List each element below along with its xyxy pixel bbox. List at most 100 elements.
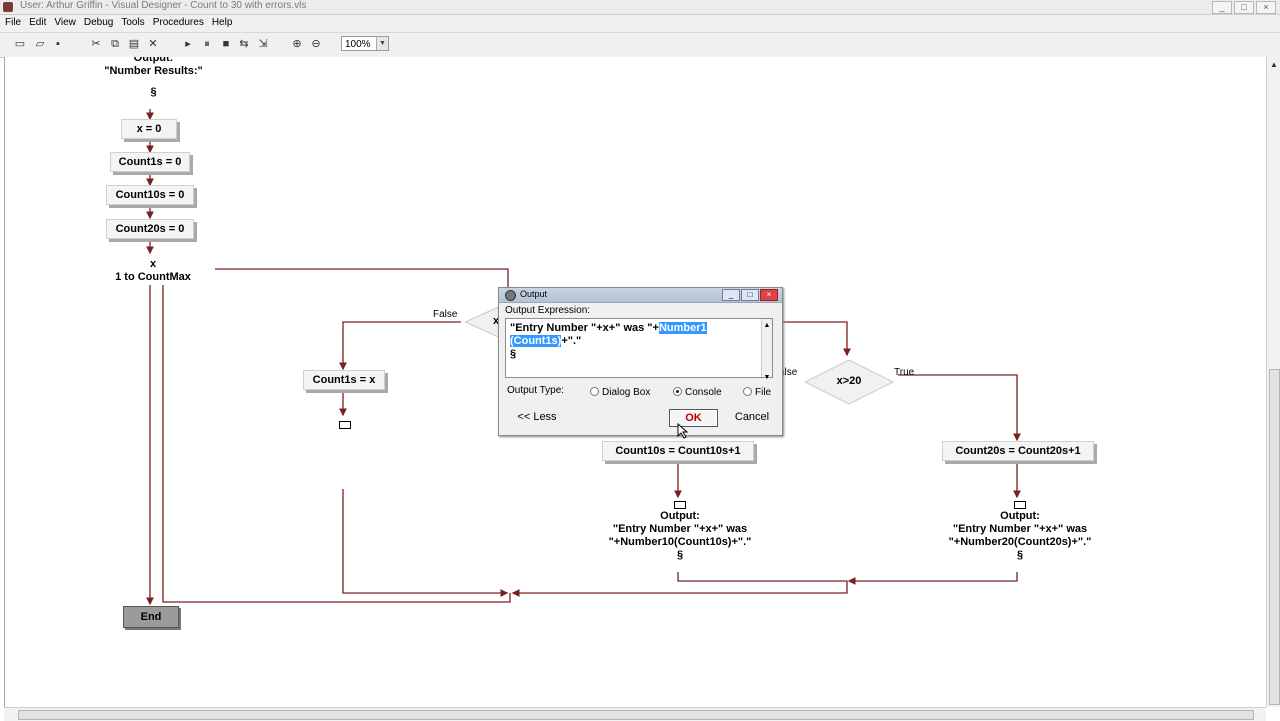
increment-count10s[interactable]: Count10s = Count10s+1 [602, 441, 754, 461]
option-dialog-box[interactable]: Dialog Box [590, 387, 650, 398]
mouse-cursor-icon [677, 423, 689, 439]
assign-count1s-x[interactable]: Count1s = x [303, 370, 385, 390]
vertical-scrollbar[interactable]: ▲ [1266, 57, 1280, 707]
menu-procedures[interactable]: Procedures [150, 15, 207, 30]
copy-icon[interactable]: ⧉ [108, 37, 122, 51]
output-number10[interactable]: Output: "Entry Number "+x+" was "+Number… [578, 497, 782, 575]
open-icon[interactable]: ▱ [33, 37, 47, 51]
zoom-out-icon[interactable]: ⊖ [309, 37, 323, 51]
connector-marker [1014, 501, 1026, 509]
expression-scrollbar[interactable]: ▲ ▼ [761, 319, 772, 381]
menu-view[interactable]: View [51, 15, 79, 30]
dialog-title: Output [520, 289, 548, 299]
output-mark: § [1016, 549, 1024, 561]
zoom-value: 100% [345, 39, 371, 50]
output-mark: § [676, 549, 684, 561]
new-icon[interactable]: ▭ [13, 37, 27, 51]
paste-icon[interactable]: ▤ [127, 37, 141, 51]
dialog-minimize-button[interactable]: _ [722, 289, 740, 301]
increment-count20s[interactable]: Count20s = Count20s+1 [942, 441, 1094, 461]
option-label: File [755, 387, 772, 398]
pause-icon[interactable]: ⏸ [200, 37, 214, 51]
maximize-button[interactable]: □ [1234, 1, 1254, 14]
zoom-in-icon[interactable]: ⊕ [290, 37, 304, 51]
breakpoint-marker [339, 421, 351, 429]
menu-tools[interactable]: Tools [118, 15, 147, 30]
output-line3: "+Number10(Count10s)+"." [608, 536, 752, 548]
expr-text-2: +"." [561, 335, 582, 347]
dialog-maximize-button[interactable]: □ [741, 289, 759, 301]
stop-icon[interactable]: ■ [219, 37, 233, 51]
horizontal-scrollbar[interactable] [4, 707, 1266, 721]
output-line3: "+Number1(Count1s)+"." [279, 456, 411, 468]
dialog-icon [505, 290, 516, 301]
step-over-icon[interactable]: ⇆ [237, 37, 251, 51]
output-label: Output: [133, 57, 174, 64]
assign-count1s[interactable]: Count1s = 0 [110, 152, 190, 172]
loop-node[interactable]: x 1 to CountMax [90, 254, 216, 289]
cancel-button[interactable]: Cancel [729, 409, 775, 427]
zoom-select[interactable]: 100% ▼ [341, 36, 389, 51]
output-number20[interactable]: Output: "Entry Number "+x+" was "+Number… [917, 497, 1123, 575]
cut-icon[interactable]: ✂ [89, 37, 103, 51]
scroll-thumb[interactable] [1269, 369, 1280, 705]
option-console[interactable]: Console [673, 387, 722, 398]
output-mark: § [150, 86, 157, 98]
scroll-up-icon[interactable]: ▲ [1270, 60, 1278, 69]
chevron-down-icon[interactable]: ▼ [376, 37, 388, 50]
expr-selected-2: (Count1s) [510, 335, 562, 347]
radio-icon[interactable] [590, 387, 599, 396]
option-label: Dialog Box [602, 387, 651, 398]
expression-input[interactable]: "Entry Number "+x+" was "+Number1 (Count… [505, 318, 773, 381]
window-title: User: Arthur Griffin - Visual Designer -… [20, 0, 307, 11]
output-dialog: Output _ □ × Output Expression: "Entry N… [498, 287, 783, 436]
output-line3: "+Number20(Count20s)+"." [948, 536, 1092, 548]
decision-x-gt-20[interactable]: x>20 [805, 360, 895, 406]
option-label: Console [685, 387, 722, 398]
save-icon[interactable]: ▪ [51, 37, 65, 51]
expression-label: Output Expression: [505, 305, 591, 316]
assign-count20s[interactable]: Count20s = 0 [106, 219, 194, 239]
option-file[interactable]: File [743, 387, 771, 398]
menu-edit[interactable]: Edit [26, 15, 49, 30]
app-icon [3, 2, 13, 12]
true-label: True [894, 367, 915, 378]
output-text: "Number Results:" [104, 65, 203, 77]
output-type-label: Output Type: [507, 385, 565, 396]
step-into-icon[interactable]: ⇲ [256, 37, 270, 51]
output-number1-selected[interactable]: Output: "Entry Number "+x+" was "+Number… [246, 415, 444, 491]
close-button[interactable]: × [1256, 1, 1276, 14]
loop-range: 1 to CountMax [115, 271, 191, 283]
less-button[interactable]: << Less [507, 409, 567, 427]
toolbar: ▭ ▱ ▪ ✂ ⧉ ▤ ✕ ▸ ⏸ ■ ⇆ ⇲ ⊕ ⊖ 100% ▼ [0, 32, 1280, 58]
menu-help[interactable]: Help [209, 15, 236, 30]
output-label: Output: [1000, 510, 1040, 522]
expr-text-1: "Entry Number "+x+" was "+ [510, 322, 659, 334]
decision-text: x>20 [836, 375, 862, 387]
output-label: Output: [660, 510, 700, 522]
menu-debug[interactable]: Debug [81, 15, 116, 30]
run-icon[interactable]: ▸ [181, 37, 195, 51]
radio-selected-icon[interactable] [673, 387, 682, 396]
output-line2: "Entry Number "+x+" was [277, 443, 413, 455]
assign-x[interactable]: x = 0 [121, 119, 177, 139]
output-line2: "Entry Number "+x+" was [612, 523, 748, 535]
title-bar: User: Arthur Griffin - Visual Designer -… [0, 0, 1280, 15]
output-mark: § [341, 469, 349, 481]
output-line2: "Entry Number "+x+" was [952, 523, 1088, 535]
dialog-close-button[interactable]: × [760, 289, 778, 301]
output-number-results[interactable]: Output: "Number Results:" § [81, 57, 226, 111]
expr-mark: § [510, 348, 517, 360]
end-node[interactable]: End [123, 606, 179, 628]
minimize-button[interactable]: _ [1212, 1, 1232, 14]
menu-bar: File Edit View Debug Tools Procedures Help [0, 15, 1280, 32]
scroll-thumb[interactable] [18, 710, 1254, 720]
dialog-title-bar: Output _ □ × [499, 288, 782, 303]
assign-count10s[interactable]: Count10s = 0 [106, 185, 194, 205]
expr-selected-1: Number1 [658, 322, 707, 334]
radio-icon[interactable] [743, 387, 752, 396]
output-label: Output: [325, 430, 365, 442]
delete-icon[interactable]: ✕ [146, 37, 160, 51]
false-label-left: False [433, 309, 458, 320]
menu-file[interactable]: File [2, 15, 24, 30]
